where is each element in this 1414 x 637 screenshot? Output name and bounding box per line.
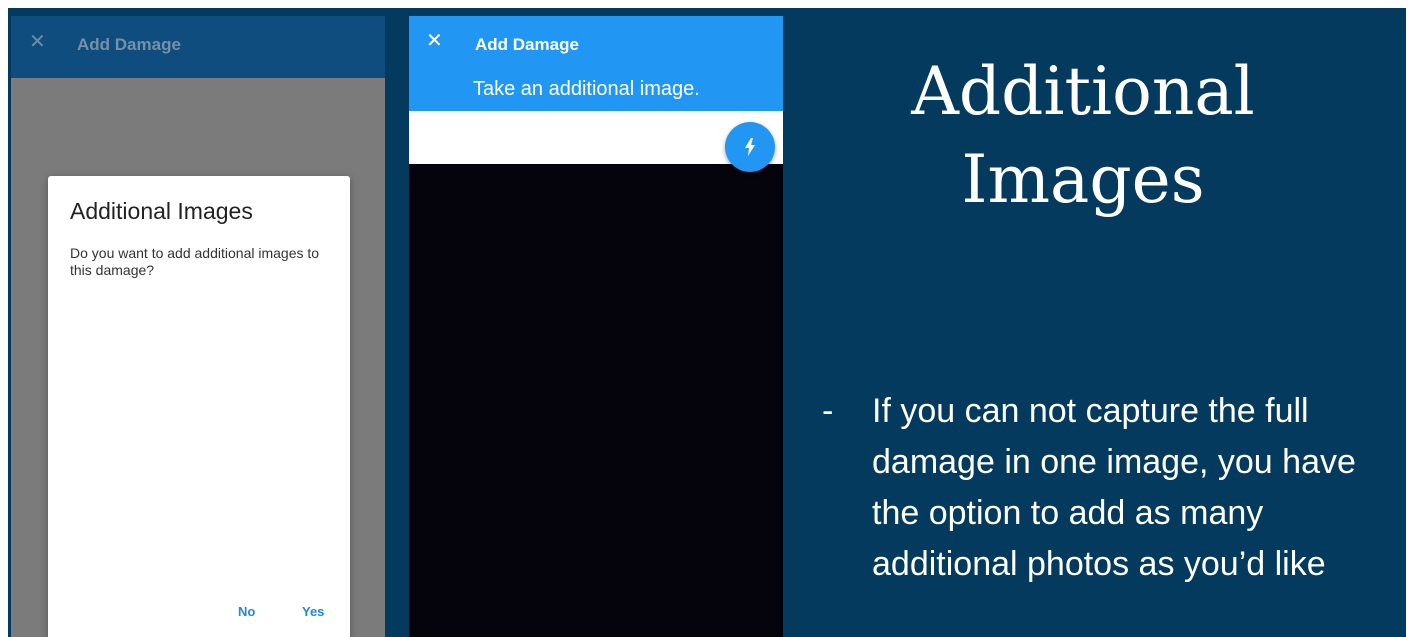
slide-background: ✕ Add Damage Additional Images Do you wa…	[8, 8, 1406, 637]
close-icon[interactable]: ✕	[29, 32, 49, 52]
dialog-message: Do you want to add additional images to …	[70, 245, 320, 278]
app-bar: ✕ Add Damage	[11, 16, 385, 78]
app-bar: ✕ Add Damage Take an additional image.	[409, 16, 783, 111]
flash-icon	[745, 138, 755, 156]
camera-instruction: Take an additional image.	[473, 78, 700, 100]
yes-button[interactable]: Yes	[302, 604, 324, 619]
app-bar-title: Add Damage	[475, 35, 579, 54]
flash-button[interactable]	[725, 122, 775, 172]
bullet-text: If you can not capture the full damage i…	[872, 392, 1356, 583]
slide-heading: Additional Images	[911, 53, 1255, 218]
phone-screen-camera: ✕ Add Damage Take an additional image.	[409, 16, 783, 637]
close-icon[interactable]: ✕	[426, 31, 443, 51]
app-bar-title: Add Damage	[77, 35, 181, 54]
no-button[interactable]: No	[238, 604, 255, 619]
additional-images-dialog: Additional Images Do you want to add add…	[48, 176, 350, 637]
phone-screen-dialog: ✕ Add Damage Additional Images Do you wa…	[11, 16, 385, 637]
dialog-title: Additional Images	[70, 198, 253, 224]
bullet-marker: -	[822, 392, 834, 430]
